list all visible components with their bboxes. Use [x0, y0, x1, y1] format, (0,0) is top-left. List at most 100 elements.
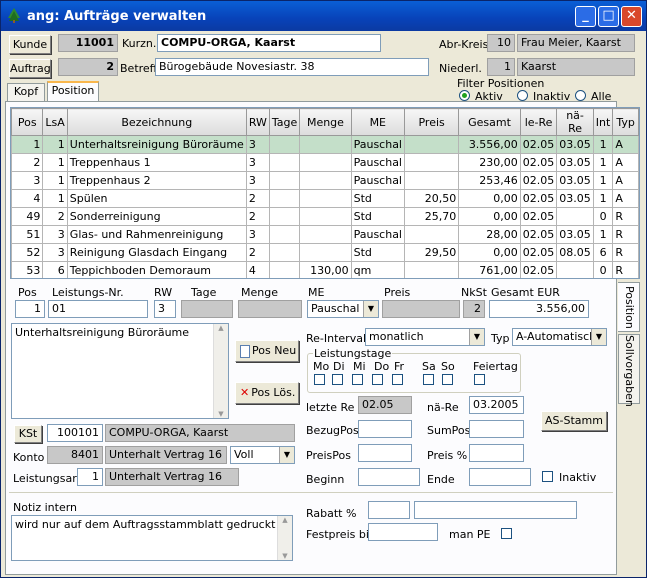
table-row[interactable]: 2 1 Treppenhaus 1 3 Pauschal 230,00 02.05 03.05… [11, 153, 639, 172]
column-header[interactable]: Menge [299, 108, 352, 136]
ende-field[interactable] [469, 468, 531, 486]
konto-combo[interactable]: Voll ▼ [230, 446, 295, 464]
typ-combo[interactable]: A-Automatisch ▼ [512, 328, 607, 346]
pos-neu-button[interactable]: Pos Neu [235, 340, 299, 362]
column-header[interactable]: Tage [268, 108, 301, 136]
column-header[interactable]: le-Re [519, 108, 558, 136]
table-cell: 02.05 [519, 261, 558, 278]
preis-field[interactable] [382, 300, 460, 318]
abr-kreis-nr-field[interactable]: 10 [487, 34, 515, 52]
preispos-field[interactable] [358, 444, 412, 462]
rabatt-field[interactable] [368, 501, 410, 519]
column-header[interactable]: LsA [42, 108, 68, 136]
text-scrollbar[interactable]: ▲ ▼ [213, 324, 228, 418]
column-header[interactable]: Gesamt [458, 108, 521, 136]
inaktiv-checkbox[interactable] [542, 471, 553, 482]
bezugpos-field[interactable] [358, 420, 412, 438]
column-header[interactable]: Preis [403, 108, 460, 136]
chevron-down-icon[interactable]: ▼ [363, 301, 378, 317]
table-row[interactable]: 49 2 Sonderreinigung 2 Std 25,70 0,00 02.05 0 R [11, 207, 639, 226]
letzte-re-field[interactable]: 02.05 [358, 396, 412, 414]
leistungs-nr-label: Leistungs-Nr. [52, 286, 124, 299]
day-checkbox[interactable] [332, 374, 343, 385]
leistungsart-nr-field[interactable]: 1 [77, 468, 103, 486]
rw-field[interactable]: 3 [154, 300, 176, 318]
scroll-up-icon[interactable]: ▲ [214, 324, 228, 332]
table-row[interactable]: 4 1 Spülen 2 Std 20,50 0,00 02.05 03.05 1 A [11, 189, 639, 208]
konto-nr-field[interactable]: 8401 [47, 446, 103, 464]
table-cell: 03.05 [556, 189, 594, 208]
as-stamm-button[interactable]: AS-Stamm [541, 411, 607, 431]
rabatt-text-field[interactable] [414, 501, 577, 519]
scroll-down-icon[interactable]: ▼ [278, 552, 292, 560]
scroll-up-icon[interactable]: ▲ [278, 516, 292, 524]
filter-aktiv-radio[interactable] [459, 90, 470, 101]
filter-inaktiv-radio[interactable] [517, 90, 528, 101]
column-header[interactable]: Int [592, 108, 614, 136]
festpreis-field[interactable] [368, 523, 438, 541]
re-intervall-combo[interactable]: monatlich ▼ [365, 328, 485, 346]
niederl-nr-field[interactable]: 1 [487, 58, 515, 76]
manpe-checkbox[interactable] [501, 528, 512, 539]
menge-field[interactable] [238, 300, 302, 318]
minimize-button[interactable]: _ [575, 6, 596, 27]
pos-loes-button[interactable]: ✕ Pos Lös. [235, 382, 299, 404]
beginn-field[interactable] [358, 468, 420, 486]
notiz-scrollbar[interactable]: ▲ ▼ [277, 516, 292, 560]
nkst-field[interactable]: 2 [463, 300, 485, 318]
pos-field[interactable]: 1 [15, 300, 45, 318]
chevron-down-icon[interactable]: ▼ [279, 447, 294, 463]
tage-field[interactable] [181, 300, 233, 318]
nae-re-field[interactable]: 03.2005 [469, 396, 524, 414]
column-header[interactable]: Pos [11, 108, 44, 136]
column-header[interactable]: ME [350, 108, 406, 136]
me-combo[interactable]: Pauschal ▼ [307, 300, 379, 318]
table-cell [299, 171, 352, 190]
table-row[interactable]: 53 6 Teppichboden Demoraum 4 130,00 qm 761,00 0… [11, 261, 639, 278]
kst-button[interactable]: KSt [14, 425, 42, 443]
column-header[interactable]: Bezeichnung [66, 108, 247, 136]
betreff-field[interactable]: Bürogebäude Novesiastr. 38 [155, 58, 429, 76]
table-cell: 761,00 [458, 261, 521, 278]
maximize-button[interactable]: □ [598, 6, 619, 27]
kunde-button[interactable]: Kunde [9, 35, 51, 54]
leistungs-nr-field[interactable]: 01 [48, 300, 148, 318]
day-checkbox[interactable] [392, 374, 403, 385]
table-row[interactable]: 51 3 Glas- und Rahmenreinigung 3 Pauschal 28,… [11, 225, 639, 244]
sidetab-sollvorgaben[interactable]: Sollvorgaben [618, 334, 640, 407]
filter-alle-radio[interactable] [575, 90, 586, 101]
table-row[interactable]: 1 1 Unterhaltsreinigung Büroräume 3 Pauschal… [11, 135, 639, 154]
day-checkbox[interactable] [372, 374, 383, 385]
kunde-nr-field[interactable]: 11001 [58, 34, 118, 52]
tab-position[interactable]: Position [47, 81, 99, 101]
table-cell: 253,46 [458, 171, 521, 190]
table-row[interactable]: 3 1 Treppenhaus 2 3 Pauschal 253,46 02.05 03.05… [11, 171, 639, 190]
kst-nr-field[interactable]: 100101 [47, 424, 103, 442]
scroll-down-icon[interactable]: ▼ [214, 410, 228, 418]
table-cell: 02.05 [519, 153, 558, 172]
title-bar[interactable]: ang: Aufträge verwalten _ □ ✕ [1, 1, 646, 31]
day-checkbox[interactable] [352, 374, 363, 385]
chevron-down-icon[interactable]: ▼ [469, 329, 484, 345]
column-header[interactable]: nä-Re [556, 108, 594, 136]
day-checkbox[interactable] [474, 374, 485, 385]
close-button[interactable]: ✕ [621, 6, 642, 27]
notiz-text-area[interactable]: wird nur auf dem Auftragsstammblatt gedr… [11, 515, 293, 561]
preis-pct-field[interactable] [469, 444, 524, 462]
day-checkbox[interactable] [423, 374, 434, 385]
sidetab-position[interactable]: Position [618, 282, 640, 332]
column-header[interactable]: Typ [612, 108, 639, 136]
chevron-down-icon[interactable]: ▼ [591, 329, 606, 345]
column-header[interactable]: RW [245, 108, 270, 136]
day-checkbox[interactable] [314, 374, 325, 385]
abr-kreis-name-field: Frau Meier, Kaarst [517, 34, 635, 52]
auftrag-nr-field[interactable]: 2 [58, 58, 118, 76]
kurzn-field[interactable]: COMPU-ORGA, Kaarst [157, 34, 381, 52]
auftrag-button[interactable]: Auftrag [9, 59, 51, 78]
leistung-text-area[interactable]: Unterhaltsreinigung Büroräume ▲ ▼ [11, 323, 229, 419]
day-checkbox[interactable] [442, 374, 453, 385]
tab-kopf[interactable]: Kopf [7, 83, 45, 101]
table-cell: 1 [42, 171, 68, 190]
table-row[interactable]: 52 3 Reinigung Glasdach Eingang 2 Std 29,50 0,… [11, 243, 639, 262]
sumpos-field[interactable] [469, 420, 524, 438]
